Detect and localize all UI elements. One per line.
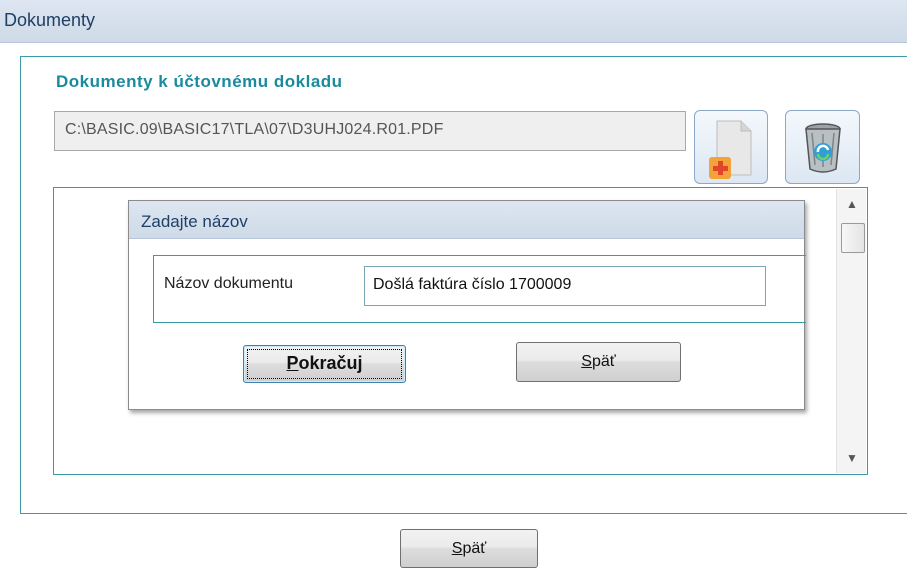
document-name-input[interactable]: Došlá faktúra číslo 1700009 — [364, 266, 766, 306]
document-path-field[interactable]: C:\BASIC.09\BASIC17\TLA\07\D3UHJ024.R01.… — [54, 111, 686, 151]
documents-heading: Dokumenty k účtovnému dokladu — [56, 72, 343, 91]
back-label: päť — [462, 540, 487, 557]
dialog-back-label: päť — [591, 353, 616, 370]
scroll-up-arrow-icon[interactable]: ▲ — [837, 191, 867, 217]
document-name-value: Došlá faktúra číslo 1700009 — [373, 276, 572, 293]
recycle-bin-icon — [805, 123, 841, 173]
continue-button[interactable]: Pokračuj — [243, 345, 406, 383]
dialog-back-hotkey: S — [581, 353, 592, 370]
add-document-icon — [709, 120, 752, 179]
window-title: Dokumenty — [4, 10, 96, 30]
scroll-thumb[interactable] — [841, 223, 865, 253]
document-path-value: C:\BASIC.09\BASIC17\TLA\07\D3UHJ024.R01.… — [65, 121, 444, 138]
back-hotkey: S — [451, 540, 463, 557]
add-document-button[interactable] — [694, 110, 768, 184]
delete-document-button[interactable] — [785, 110, 860, 184]
dialog-title-bar: Zadajte názov — [129, 201, 804, 239]
scroll-down-arrow-icon[interactable]: ▼ — [837, 445, 867, 471]
window-title-bar: Dokumenty — [0, 0, 907, 43]
document-list-scrollbar[interactable]: ▲ ▼ — [836, 189, 866, 473]
focus-rectangle — [247, 349, 402, 379]
dialog-back-button[interactable]: Späť — [516, 342, 681, 382]
dialog-title: Zadajte názov — [141, 212, 248, 231]
document-name-label: Názov dokumentu — [164, 275, 293, 292]
back-button[interactable]: Späť — [400, 529, 538, 568]
